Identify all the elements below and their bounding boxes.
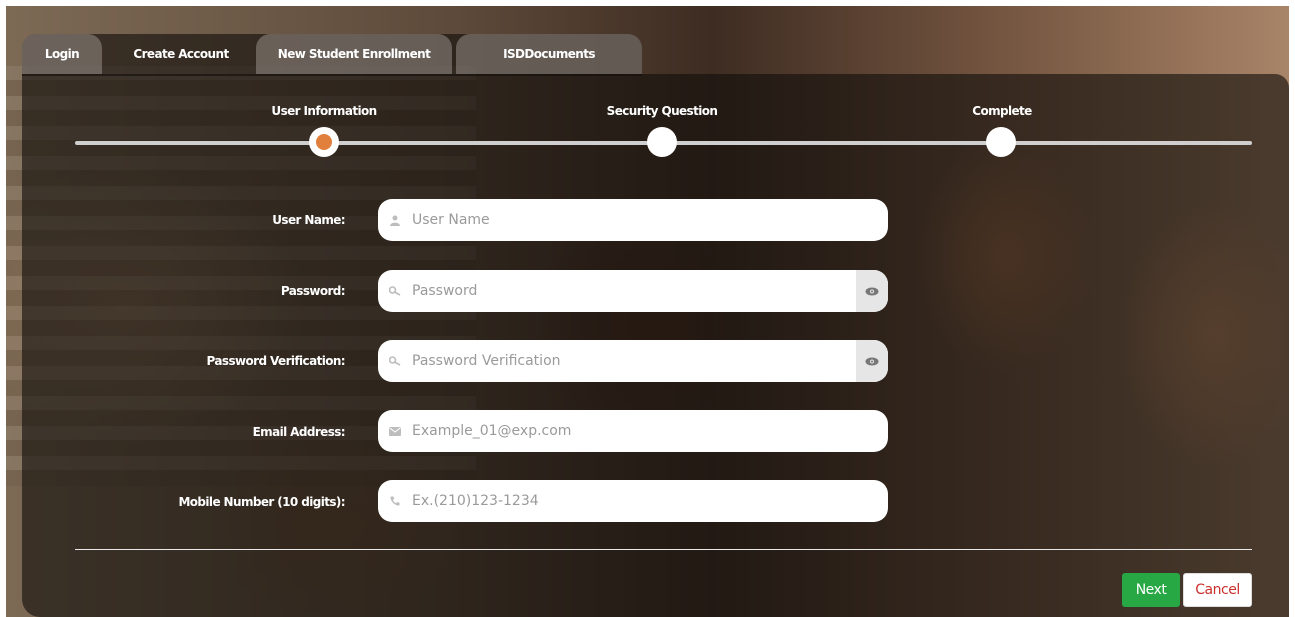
password-input[interactable] (412, 271, 856, 311)
tab-login[interactable]: Login (22, 34, 102, 74)
tab-create-account[interactable]: Create Account (110, 34, 252, 74)
tab-isddocuments[interactable]: ISDDocuments (456, 34, 642, 74)
step-label-complete: Complete (972, 104, 1032, 118)
step-complete (986, 127, 1016, 157)
phone-icon (378, 496, 412, 506)
current-step-dot (316, 134, 332, 150)
key-icon (378, 286, 412, 296)
username-label: User Name: (272, 213, 345, 227)
step-label-security-question: Security Question (606, 104, 718, 118)
mobile-number-field-wrap (378, 480, 888, 522)
username-field-wrap (378, 199, 888, 241)
step-user-information-current (309, 127, 339, 157)
tab-new-student-enrollment[interactable]: New Student Enrollment (256, 34, 452, 74)
password-verification-label: Password Verification: (206, 354, 346, 368)
password-verification-field-wrap (378, 340, 888, 382)
password-label: Password: (280, 284, 346, 298)
password-field-wrap (378, 270, 888, 312)
envelope-icon (378, 426, 412, 436)
mobile-number-input[interactable] (412, 481, 888, 521)
step-label-user-information: User Information (271, 104, 377, 118)
form-divider (75, 549, 1252, 550)
username-input[interactable] (412, 200, 888, 240)
show-password-eye-icon[interactable] (856, 270, 888, 312)
email-label: Email Address: (252, 425, 346, 439)
step-security-question (647, 127, 677, 157)
show-password-verification-eye-icon[interactable] (856, 340, 888, 382)
email-field-wrap (378, 410, 888, 452)
cancel-button[interactable]: Cancel (1183, 573, 1252, 607)
mobile-number-label: Mobile Number (10 digits): (178, 495, 345, 509)
next-button[interactable]: Next (1122, 573, 1180, 607)
key-icon (378, 356, 412, 366)
user-icon (378, 215, 412, 226)
email-input[interactable] (412, 411, 888, 451)
password-verification-input[interactable] (412, 341, 856, 381)
